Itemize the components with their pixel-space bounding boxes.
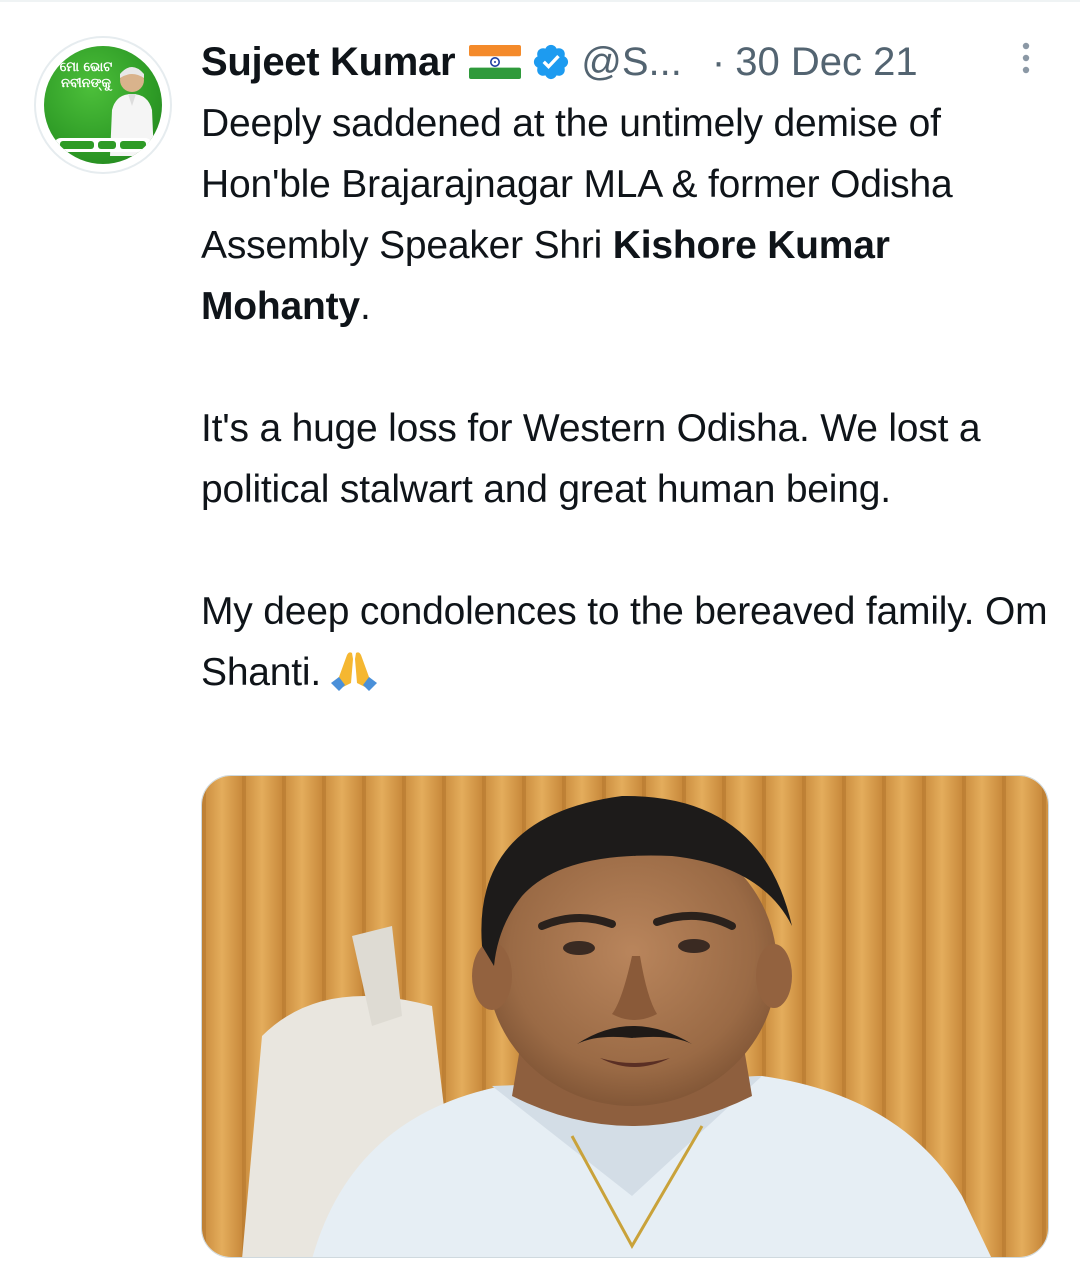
india-flag-icon <box>469 45 522 79</box>
tweet-paragraph-1: Deeply saddened at the untimely demise o… <box>201 93 1061 337</box>
folded-hands-icon <box>329 648 379 691</box>
tweet-header: Sujeet Kumar @S... · 30 Dec 21 <box>201 38 918 86</box>
photo-portrait <box>202 776 1048 1257</box>
tweet-paragraph-3-text: My deep condolences to the bereaved fami… <box>201 590 1048 694</box>
header-separator: · <box>711 39 726 84</box>
avatar-image: ମୋ ଭୋଟ ନବୀନଙ୍କୁ <box>44 46 162 164</box>
verified-badge-icon <box>531 42 571 82</box>
tweet-media-photo[interactable] <box>201 775 1049 1258</box>
author-handle[interactable]: @S... <box>581 40 682 85</box>
tweet-paragraph-3: My deep condolences to the bereaved fami… <box>201 581 1061 703</box>
more-vertical-icon[interactable] <box>1017 40 1035 80</box>
author-avatar[interactable]: ମୋ ଭୋଟ ନବୀନଙ୍କୁ <box>34 36 172 174</box>
avatar-band <box>54 138 152 152</box>
top-divider <box>0 0 1080 2</box>
tweet-paragraph-2: It's a huge loss for Western Odisha. We … <box>201 407 981 511</box>
tweet-text: Deeply saddened at the untimely demise o… <box>201 93 1061 703</box>
tweet-date[interactable]: 30 Dec 21 <box>735 40 917 85</box>
tweet-paragraph-1-end: . <box>359 285 371 328</box>
author-display-name[interactable]: Sujeet Kumar <box>201 40 456 85</box>
